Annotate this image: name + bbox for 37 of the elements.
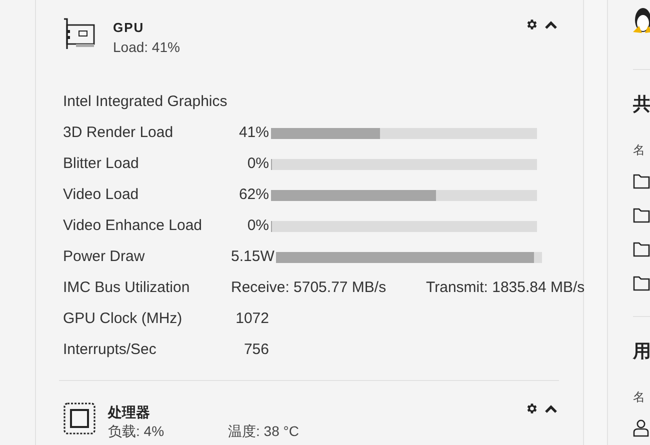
folder-icon	[633, 276, 650, 290]
collapse-icon[interactable]	[544, 20, 558, 30]
column-header: 名	[633, 389, 645, 406]
metric-label: 3D Render Load	[63, 123, 174, 144]
folder-icon	[633, 242, 650, 256]
metric-label: Blitter Load	[63, 154, 140, 174]
graphics-card-icon	[63, 18, 97, 50]
folder-icon	[633, 174, 650, 188]
card-subtitle: Load: 41%	[113, 38, 180, 56]
temperature-reading: 温度: 38 °C	[228, 422, 299, 440]
settings-icon[interactable]	[525, 402, 538, 415]
metric-label: IMC Bus Utilization	[63, 278, 191, 298]
metric-label: GPU Clock (MHz)	[63, 309, 184, 330]
collapse-icon[interactable]	[544, 404, 558, 414]
metric-value: 5.15W	[231, 247, 274, 268]
folder-icon	[633, 208, 650, 222]
metric-value: Transmit: 1835.84 MB/s	[426, 278, 585, 298]
metric-label: Interrupts/Sec	[63, 340, 158, 360]
metric-label: Video Load	[63, 185, 140, 206]
metric-value: 0%	[246, 216, 269, 236]
device-name: Intel Integrated Graphics	[63, 92, 228, 112]
processor-icon	[63, 402, 96, 435]
load-reading: 负载: 4%	[108, 422, 166, 440]
metric-value: Receive: 5705.77 MB/s	[231, 278, 388, 298]
metric-label: Video Enhance Load	[63, 216, 204, 236]
settings-icon[interactable]	[525, 18, 538, 31]
metric-value: 41%	[238, 123, 269, 144]
card-title: 处理器	[108, 403, 151, 422]
metric-value: 0%	[246, 154, 269, 174]
section-heading: 用	[633, 340, 650, 362]
metric-value: 756	[242, 340, 269, 360]
metric-label: Power Draw	[63, 247, 146, 268]
user-icon	[633, 419, 649, 437]
metric-value: 1072	[234, 309, 269, 330]
card-title: GPU	[113, 19, 146, 37]
metric-value: 62%	[238, 185, 269, 206]
column-header: 名	[633, 142, 645, 159]
